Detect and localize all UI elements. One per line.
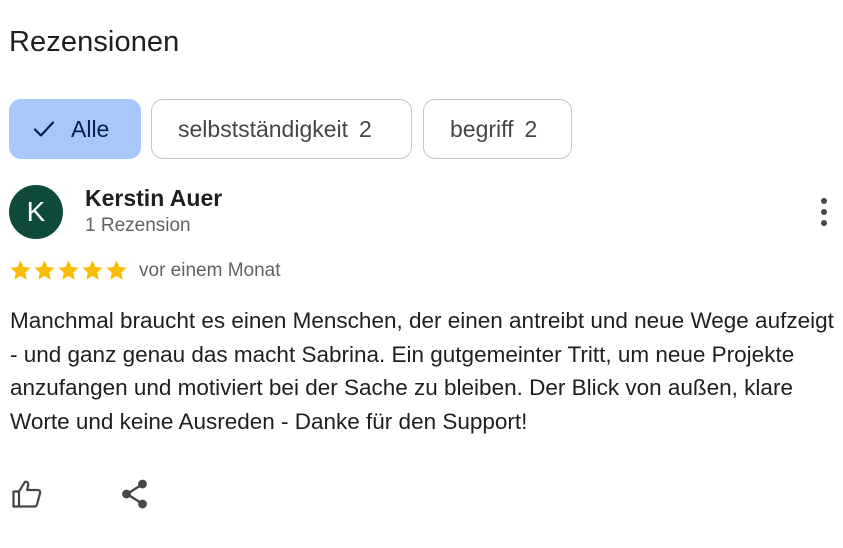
page-title: Rezensionen [9, 26, 180, 58]
avatar[interactable]: K [9, 185, 63, 239]
more-vert-icon [821, 198, 827, 204]
filter-chip-begriff[interactable]: begriff 2 [423, 99, 572, 159]
filter-chip-selbststaendigkeit[interactable]: selbstständigkeit 2 [151, 99, 412, 159]
like-button[interactable] [9, 476, 45, 512]
star-icon [106, 260, 127, 280]
star-icon [58, 260, 79, 280]
reviewer-review-count: 1 Rezension [85, 215, 191, 236]
star-icon [10, 260, 31, 280]
star-icon [82, 260, 103, 280]
star-icon [34, 260, 55, 280]
filter-chip-count: 2 [359, 115, 372, 142]
filter-chip-count: 2 [524, 115, 538, 142]
review-date: vor einem Monat [139, 260, 281, 281]
filter-chip-label: selbstständigkeit [178, 115, 349, 142]
review-text: Manchmal braucht es einen Menschen, der … [10, 308, 834, 434]
filter-chip-label: begriff [450, 115, 514, 142]
more-options-button[interactable] [808, 194, 840, 230]
filter-chip-label: Alle [71, 115, 110, 142]
thumb-up-icon [12, 480, 42, 508]
star-rating [9, 259, 128, 282]
reviewer-name[interactable]: Kerstin Auer [85, 183, 222, 213]
filter-chip-all[interactable]: Alle [9, 99, 141, 159]
share-icon [122, 479, 147, 509]
share-button[interactable] [117, 476, 153, 512]
check-icon [33, 121, 55, 137]
